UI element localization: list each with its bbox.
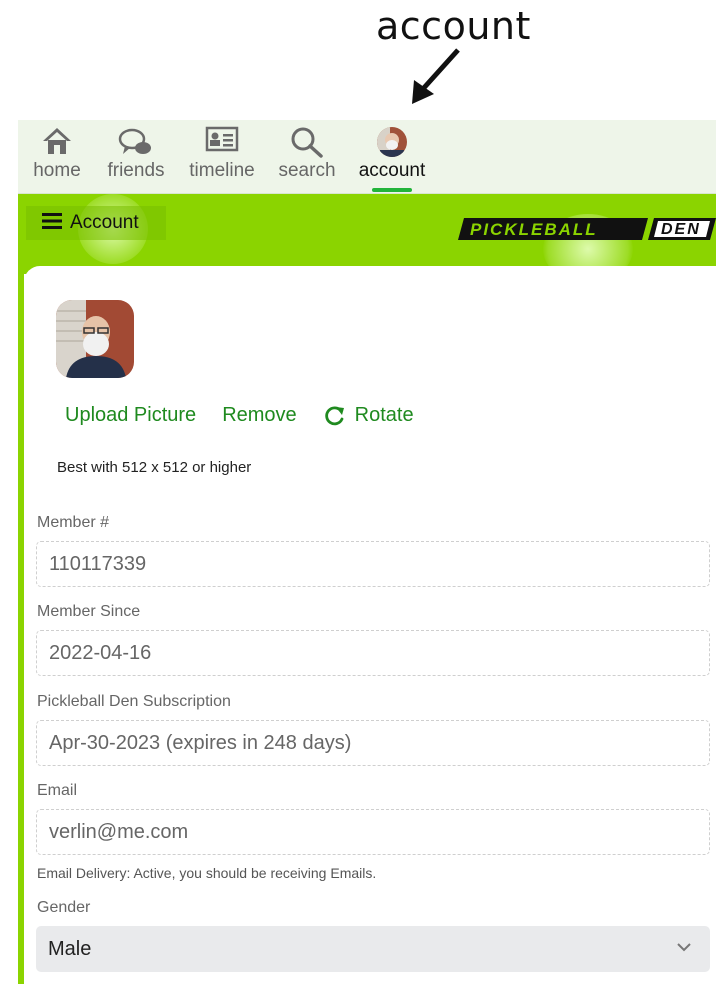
svg-text:PICKLEBALL: PICKLEBALL [470,220,598,239]
member-since-label: Member Since [37,603,141,620]
gender-value: Male [48,937,92,960]
nav-home[interactable]: home [18,120,96,192]
account-menu-label: Account [70,212,139,233]
email-field[interactable]: verlin@me.com [36,809,710,855]
subscription-label: Pickleball Den Subscription [37,693,231,710]
timeline-icon [205,126,239,159]
member-number-label: Member # [37,514,110,531]
active-tab-indicator [372,188,412,192]
remove-picture-link[interactable]: Remove [222,404,296,427]
nav-search-label: search [278,160,336,181]
svg-text:DEN: DEN [661,221,701,238]
nav-account-label: account [358,160,426,181]
nav-account[interactable]: account [352,120,432,192]
top-nav-bar: home friends timeline search account [18,120,716,194]
chevron-down-icon [677,943,691,952]
upload-picture-link[interactable]: Upload Picture [65,404,196,427]
hamburger-icon [42,212,62,234]
app-header: Account PICKLEBALL DEN [18,194,716,274]
rotate-picture-link[interactable]: Rotate [323,404,414,427]
rotate-icon [324,405,344,425]
profile-picture[interactable] [56,300,134,378]
member-number-value: 110117339 [49,552,147,575]
pickleball-den-logo: PICKLEBALL DEN [458,218,716,240]
gender-select[interactable]: Male [36,926,710,972]
subscription-field: Apr-30-2023 (expires in 248 days) [36,720,710,766]
nav-home-label: home [33,160,81,181]
picture-actions: Upload Picture Remove Rotate [65,404,440,427]
email-delivery-status: Email Delivery: Active, you should be re… [37,865,377,881]
subscription-value: Apr-30-2023 (expires in 248 days) [49,731,352,754]
gender-label: Gender [37,899,91,916]
search-icon [290,126,324,163]
nav-friends-label: friends [107,160,165,181]
email-value: verlin@me.com [49,820,189,843]
home-icon [41,126,73,161]
friends-icon [117,126,155,163]
avatar [376,126,408,163]
nav-search[interactable]: search [272,120,342,192]
rotate-label: Rotate [354,404,414,426]
member-number-field: 110117339 [36,541,710,587]
account-menu-button[interactable]: Account [26,206,166,240]
nav-timeline[interactable]: timeline [182,120,262,192]
picture-size-hint: Best with 512 x 512 or higher [57,459,252,476]
annotation-label: account [376,4,531,48]
nav-timeline-label: timeline [189,160,255,181]
member-since-value: 2022-04-16 [49,641,152,664]
nav-friends[interactable]: friends [100,120,172,192]
member-since-field: 2022-04-16 [36,630,710,676]
email-label: Email [37,782,78,799]
annotation-arrow [412,48,460,104]
